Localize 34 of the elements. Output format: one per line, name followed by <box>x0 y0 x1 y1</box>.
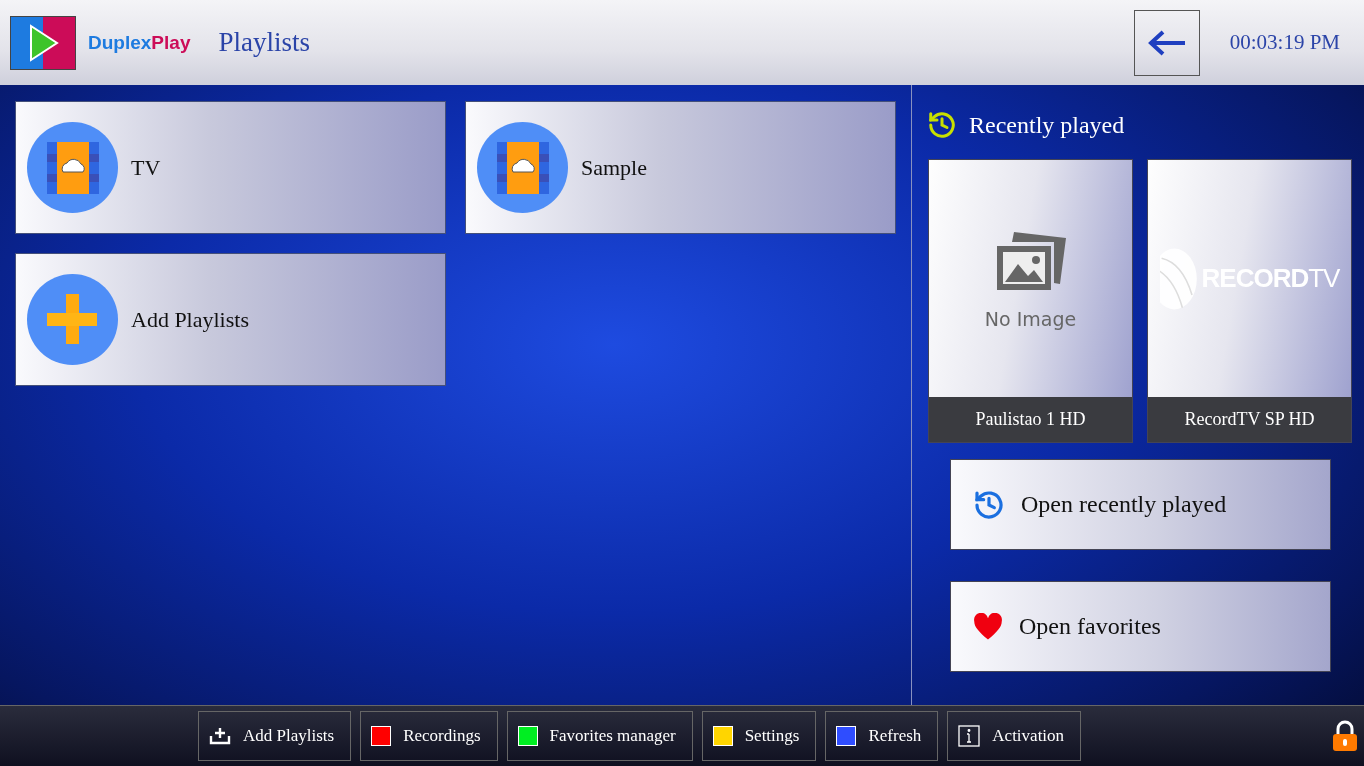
toolbar-button[interactable]: Favorites manager <box>506 711 693 761</box>
channel-name: Paulistao 1 HD <box>929 397 1132 442</box>
action-button[interactable]: Open favorites <box>950 581 1331 672</box>
playlist-label: Add Playlists <box>131 306 249 333</box>
history-icon <box>973 488 1005 521</box>
section-title: Recently played <box>969 111 1125 139</box>
film-cloud-icon <box>477 122 568 213</box>
playlist-card[interactable]: Sample <box>465 101 896 234</box>
logo-text: DuplexPlay <box>88 31 191 54</box>
lock-icon[interactable] <box>1332 720 1358 752</box>
back-arrow-icon <box>1147 29 1186 56</box>
film-cloud-icon <box>27 122 118 213</box>
no-image-text: No Image <box>984 307 1077 330</box>
info-icon <box>958 725 981 747</box>
toolbar-button[interactable]: Activation <box>947 711 1082 761</box>
playlist-label: Sample <box>581 154 647 181</box>
playlist-card[interactable]: Add Playlists <box>15 253 446 386</box>
back-button[interactable] <box>1133 9 1200 76</box>
channel-name: RecordTV SP HD <box>1148 397 1351 442</box>
toolbar-button[interactable]: Settings <box>701 711 817 761</box>
channel-tile[interactable]: No Image Paulistao 1 HD <box>928 159 1133 443</box>
logo-icon <box>10 15 76 70</box>
add-tray-icon <box>209 727 231 745</box>
action-button[interactable]: Open recently played <box>950 459 1331 550</box>
playlist-label: TV <box>131 154 161 181</box>
history-icon <box>927 110 957 140</box>
toolbar-button[interactable]: Add Playlists <box>198 711 352 761</box>
page-title: Playlists <box>218 27 310 58</box>
heart-icon <box>973 612 1003 641</box>
toolbar-button[interactable]: Refresh <box>825 711 939 761</box>
plus-icon <box>27 274 118 365</box>
playlist-card[interactable]: TV <box>15 101 446 234</box>
clock: 00:03:19 PM <box>1229 30 1340 55</box>
toolbar-button[interactable]: Recordings <box>360 711 498 761</box>
